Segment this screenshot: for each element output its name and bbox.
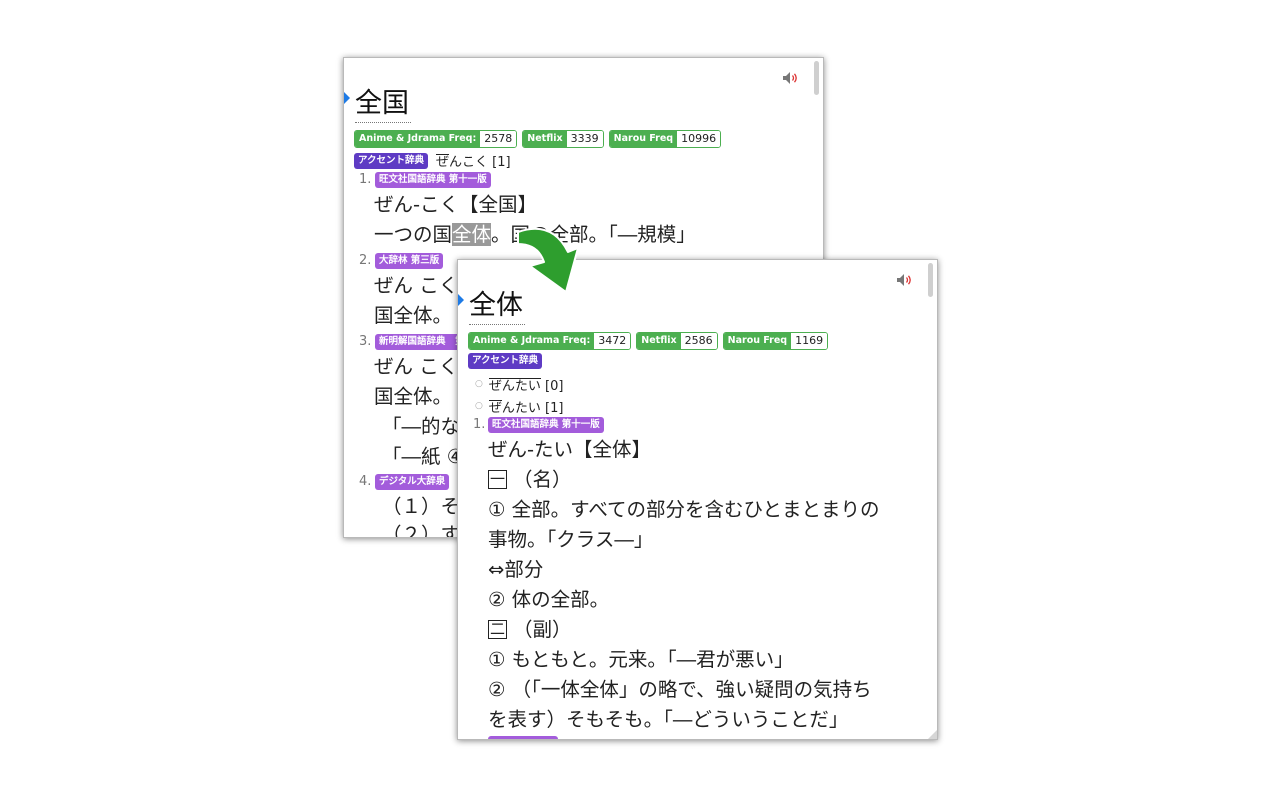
- curved-arrow-icon: [517, 227, 579, 293]
- entry-marker-icon: [458, 294, 464, 306]
- freq-tag-narou: Narou Freq 10996: [608, 130, 722, 148]
- freq-tag-narou: Narou Freq 1169: [722, 332, 829, 350]
- popup-front-content: 全体 Anime & Jdrama Freq: 3472 Netflix 2586 …: [458, 260, 937, 739]
- pitch-accent-list: ○ ぜんたい [0] ○ ぜんたい [1]: [475, 373, 563, 417]
- pitch-accent-row: アクセント辞典 ぜんこく [1]: [354, 151, 511, 170]
- dict-tag: 大辞林 第三版: [375, 253, 444, 269]
- gloss-line: ① もともと。元来。「―君が悪い」: [488, 648, 794, 671]
- gloss-line: 事物。「クラス―」: [488, 528, 654, 551]
- pitch-accent-item: ○ ぜんたい [1]: [475, 399, 564, 416]
- gloss-line: ② （「一体全体」の略で、強い疑問の気持ち: [488, 678, 872, 701]
- frequency-tags: Anime & Jdrama Freq: 3472 Netflix 2586 Nar…: [468, 332, 829, 350]
- sense-number-box: 一: [488, 470, 507, 489]
- dict-tag: [488, 736, 558, 739]
- dict-tag: デジタル大辞泉: [375, 474, 450, 490]
- gloss-line: 「―的な: [382, 415, 461, 438]
- scrollbar-thumb[interactable]: [928, 263, 933, 297]
- gloss-line: を表す）そもそも。「―どういうことだ」: [488, 708, 849, 731]
- freq-tag-netflix: Netflix 2586: [636, 332, 718, 350]
- gloss-line: ① 全部。すべての部分を含むひとまとまりの: [488, 498, 880, 521]
- dict-tag: 新明解国語辞典 第: [375, 334, 469, 350]
- accent-dict-tag: アクセント辞典: [354, 152, 429, 169]
- accent-dict-tag: アクセント辞典: [468, 353, 543, 369]
- dict-tag: 旺文社国語辞典 第十一版: [375, 172, 491, 188]
- gloss-line: 一（名）: [488, 468, 572, 491]
- gloss-line: ぜん こく: [374, 274, 459, 297]
- entry-number: 3.: [359, 334, 372, 349]
- gloss-line: ぜん こく: [374, 355, 459, 378]
- resize-handle[interactable]: [928, 730, 937, 739]
- gloss-line: 二（副）: [488, 618, 572, 641]
- bullet-icon: ○: [475, 401, 483, 411]
- gloss-line: 「―紙 ④: [382, 445, 465, 468]
- gloss-line: （２）す: [382, 523, 461, 538]
- dict-tag: 旺文社国語辞典 第十一版: [488, 417, 604, 433]
- scrollbar-thumb[interactable]: [814, 61, 819, 95]
- sense-number-box: 二: [488, 620, 507, 639]
- gloss-line: ② 体の全部。: [488, 588, 610, 611]
- gloss-line: ぜん-たい【全体】: [488, 438, 652, 461]
- frequency-tags: Anime & Jdrama Freq: 2578 Netflix 3339 Nar…: [354, 130, 722, 148]
- entry-number: 4.: [359, 474, 372, 489]
- freq-tag-anime: Anime & Jdrama Freq: 3472: [468, 332, 632, 350]
- entry-number: 1.: [359, 172, 372, 187]
- pitch-accent: ぜんこく [1]: [436, 154, 511, 170]
- gloss-line: 国全体。: [374, 385, 453, 408]
- entry-marker-icon: [344, 92, 350, 104]
- pitch-accent-row: アクセント辞典: [468, 353, 543, 369]
- headword: 全国: [355, 86, 411, 123]
- speaker-icon[interactable]: [782, 70, 800, 84]
- gloss-line: （１）そ: [382, 495, 461, 518]
- gloss-line: 国全体。: [374, 304, 453, 327]
- bullet-icon: ○: [475, 379, 483, 389]
- pitch-accent-item: ○ ぜんたい [0]: [475, 377, 564, 394]
- selected-text[interactable]: 全体: [452, 223, 492, 246]
- freq-tag-netflix: Netflix 3339: [522, 130, 604, 148]
- entry-number: 1.: [473, 417, 486, 432]
- gloss-line: ぜん-こく【全国】: [374, 193, 538, 216]
- freq-tag-anime: Anime & Jdrama Freq: 2578: [354, 130, 518, 148]
- entry-number: 2.: [359, 253, 372, 268]
- popup-front: 全体 Anime & Jdrama Freq: 3472 Netflix 2586 …: [457, 259, 938, 740]
- gloss-line: ⇔部分: [488, 558, 544, 581]
- speaker-icon[interactable]: [896, 272, 914, 286]
